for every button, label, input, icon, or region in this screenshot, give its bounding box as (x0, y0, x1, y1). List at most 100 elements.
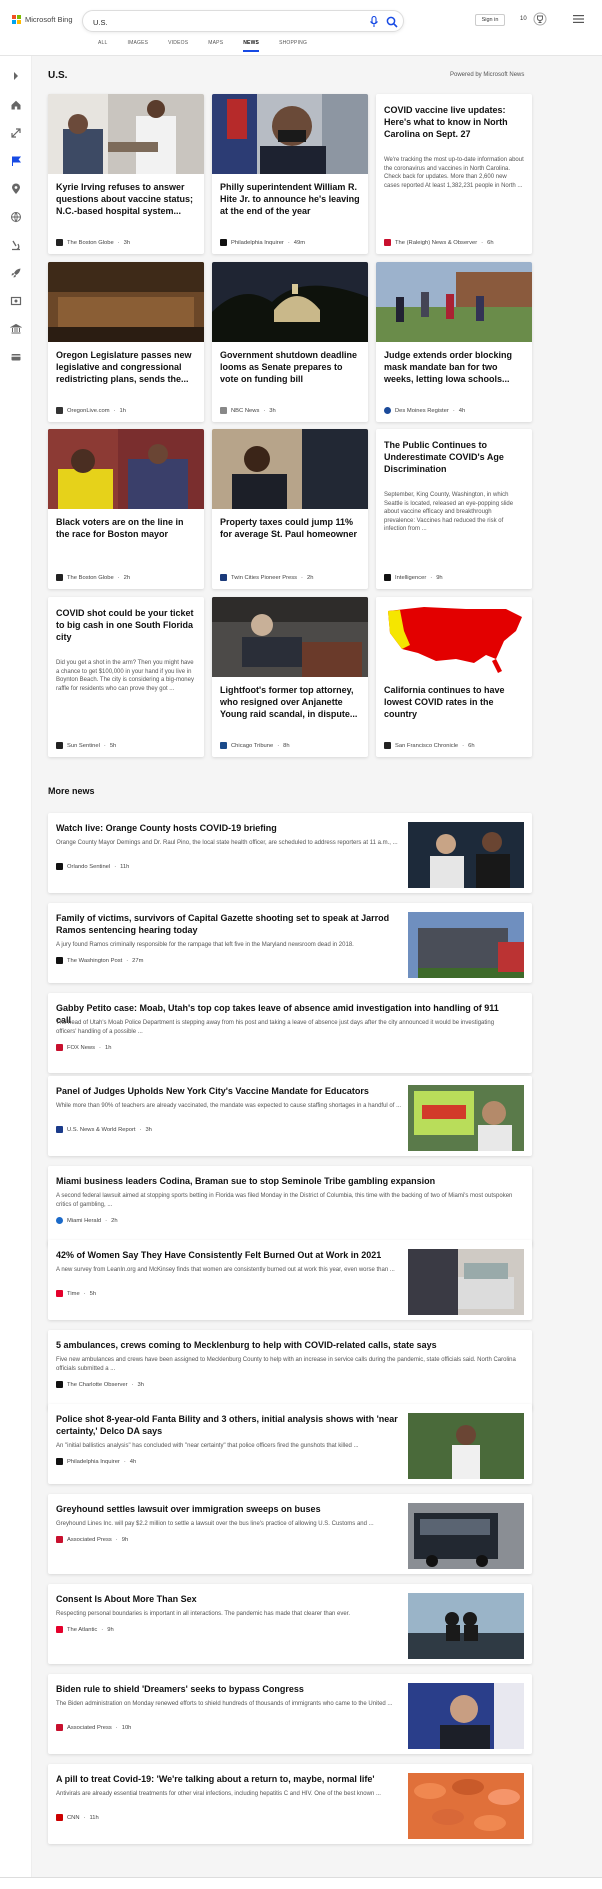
news-card[interactable]: California continues to have lowest COVI… (376, 597, 532, 757)
item-title[interactable]: 42% of Women Say They Have Consistently … (56, 1249, 406, 1261)
nav-videos[interactable]: VIDEOS (158, 40, 198, 50)
item-source[interactable]: Orlando Sentinel · 11h (56, 863, 129, 870)
item-title[interactable]: Police shot 8-year-old Fanta Bility and … (56, 1413, 406, 1437)
card-source[interactable]: San Francisco Chronicle · 6h (384, 742, 475, 749)
card-title[interactable]: Oregon Legislature passes new legislativ… (56, 349, 196, 385)
bank-icon[interactable] (10, 323, 22, 335)
item-source[interactable]: Time · 5h (56, 1290, 96, 1297)
location-pin-icon[interactable] (10, 183, 22, 195)
microphone-icon[interactable] (369, 16, 379, 28)
item-source[interactable]: The Atlantic · 9h (56, 1626, 114, 1633)
item-source[interactable]: Associated Press · 10h (56, 1724, 131, 1731)
news-list-item[interactable]: 42% of Women Say They Have Consistently … (48, 1240, 532, 1320)
item-title[interactable]: Consent Is About More Than Sex (56, 1593, 406, 1605)
card-title[interactable]: Property taxes could jump 11% for averag… (220, 516, 360, 540)
card-title[interactable]: Black voters are on the line in the race… (56, 516, 196, 540)
nav-shopping[interactable]: SHOPPING (269, 40, 317, 50)
rocket-icon[interactable] (10, 267, 22, 279)
news-list-item[interactable]: Biden rule to shield 'Dreamers' seeks to… (48, 1674, 532, 1754)
movie-icon[interactable] (10, 295, 22, 307)
news-card[interactable]: Kyrie Irving refuses to answer questions… (48, 94, 204, 254)
hamburger-menu-icon[interactable] (573, 14, 584, 24)
rewards-trophy-icon[interactable] (533, 12, 547, 26)
card-title[interactable]: COVID vaccine live updates: Here's what … (384, 104, 524, 140)
item-source[interactable]: FOX News · 1h (56, 1044, 111, 1051)
search-box[interactable] (82, 10, 404, 32)
card-source[interactable]: Des Moines Register · 4h (384, 407, 465, 414)
search-input[interactable] (93, 16, 343, 28)
microscope-icon[interactable] (10, 239, 22, 251)
nav-maps[interactable]: MAPS (198, 40, 233, 50)
card-title[interactable]: The Public Continues to Underestimate CO… (384, 439, 524, 475)
news-list-item[interactable]: Panel of Judges Upholds New York City's … (48, 1076, 532, 1156)
item-title[interactable]: Family of victims, survivors of Capital … (56, 912, 406, 936)
flag-icon[interactable] (10, 155, 22, 167)
item-source[interactable]: U.S. News & World Report · 3h (56, 1126, 152, 1133)
sign-in-button[interactable]: Sign in (475, 14, 505, 26)
card-source[interactable]: The (Raleigh) News & Observer · 6h (384, 239, 494, 246)
card-title[interactable]: Kyrie Irving refuses to answer questions… (56, 181, 196, 217)
news-list-item[interactable]: Police shot 8-year-old Fanta Bility and … (48, 1404, 532, 1484)
item-title[interactable]: Biden rule to shield 'Dreamers' seeks to… (56, 1683, 406, 1695)
news-card[interactable]: Oregon Legislature passes new legislativ… (48, 262, 204, 422)
card-title[interactable]: Lightfoot's former top attorney, who res… (220, 684, 360, 720)
item-title[interactable]: 5 ambulances, crews coming to Mecklenbur… (56, 1339, 516, 1351)
item-source[interactable]: The Washington Post · 27m (56, 957, 143, 964)
item-title[interactable]: Greyhound settles lawsuit over immigrati… (56, 1503, 406, 1515)
news-list-item[interactable]: Greyhound settles lawsuit over immigrati… (48, 1494, 532, 1574)
news-card[interactable]: Property taxes could jump 11% for averag… (212, 429, 368, 589)
news-card[interactable]: Lightfoot's former top attorney, who res… (212, 597, 368, 757)
expand-arrows-icon[interactable] (10, 127, 22, 139)
news-card[interactable]: The Public Continues to Underestimate CO… (376, 429, 532, 589)
item-source[interactable]: The Charlotte Observer · 3h (56, 1381, 144, 1388)
item-title[interactable]: A pill to treat Covid-19: 'We're talking… (56, 1773, 406, 1785)
card-title[interactable]: California continues to have lowest COVI… (384, 684, 524, 720)
card-title[interactable]: Government shutdown deadline looms as Se… (220, 349, 360, 385)
news-card[interactable]: Government shutdown deadline looms as Se… (212, 262, 368, 422)
card-source[interactable]: Philadelphia Inquirer · 49m (220, 239, 305, 246)
item-source[interactable]: Philadelphia Inquirer · 4h (56, 1458, 136, 1465)
home-icon[interactable] (10, 99, 22, 111)
card-title[interactable]: Judge extends order blocking mask mandat… (384, 349, 524, 385)
source-logo-icon (56, 1217, 63, 1224)
card-title[interactable]: COVID shot could be your ticket to big c… (56, 607, 196, 643)
news-card[interactable]: Black voters are on the line in the race… (48, 429, 204, 589)
card-source[interactable]: OregonLive.com · 1h (56, 407, 126, 414)
nav-images[interactable]: IMAGES (118, 40, 159, 50)
nav-news[interactable]: NEWS (233, 40, 269, 52)
card-source[interactable]: The Boston Globe · 2h (56, 574, 130, 581)
nav-all[interactable]: ALL (88, 40, 118, 50)
card-title[interactable]: Philly superintendent William R. Hite Jr… (220, 181, 360, 217)
news-card[interactable]: COVID shot could be your ticket to big c… (48, 597, 204, 757)
card-source[interactable]: The Boston Globe · 3h (56, 239, 130, 246)
news-card[interactable]: Philly superintendent William R. Hite Jr… (212, 94, 368, 254)
powered-by-label[interactable]: Powered by Microsoft News (450, 72, 524, 78)
card-source[interactable]: Chicago Tribune · 8h (220, 742, 290, 749)
chevron-right-icon[interactable] (10, 70, 22, 82)
news-list-item[interactable]: Family of victims, survivors of Capital … (48, 903, 532, 983)
credit-card-icon[interactable] (10, 351, 22, 363)
news-list-item[interactable]: Consent Is About More Than Sex Respectin… (48, 1584, 532, 1664)
news-list-item[interactable]: A pill to treat Covid-19: 'We're talking… (48, 1764, 532, 1844)
news-list-item[interactable]: Gabby Petito case: Moab, Utah's top cop … (48, 993, 532, 1073)
card-source[interactable]: Sun Sentinel · 5h (56, 742, 116, 749)
search-icon[interactable] (386, 16, 398, 28)
item-source[interactable]: Associated Press · 9h (56, 1536, 128, 1543)
us-covid-map (376, 597, 532, 677)
card-source[interactable]: Intelligencer · 9h (384, 574, 443, 581)
item-title[interactable]: Watch live: Orange County hosts COVID-19… (56, 822, 406, 834)
card-source[interactable]: Twin Cities Pioneer Press · 2h (220, 574, 313, 581)
globe-icon[interactable] (10, 211, 22, 223)
news-list-item[interactable]: Miami business leaders Codina, Braman su… (48, 1166, 532, 1246)
item-source[interactable]: CNN · 11h (56, 1814, 99, 1821)
item-title[interactable]: Panel of Judges Upholds New York City's … (56, 1085, 406, 1097)
card-source[interactable]: NBC News · 3h (220, 407, 276, 414)
bing-logo[interactable]: Microsoft Bing (12, 15, 73, 24)
item-title[interactable]: Miami business leaders Codina, Braman su… (56, 1175, 516, 1187)
news-card[interactable]: Judge extends order blocking mask mandat… (376, 262, 532, 422)
news-list-item[interactable]: 5 ambulances, crews coming to Mecklenbur… (48, 1330, 532, 1410)
item-source[interactable]: Miami Herald · 2h (56, 1217, 118, 1224)
rewards-count[interactable]: 10 (520, 16, 527, 22)
news-list-item[interactable]: Watch live: Orange County hosts COVID-19… (48, 813, 532, 893)
news-card[interactable]: COVID vaccine live updates: Here's what … (376, 94, 532, 254)
